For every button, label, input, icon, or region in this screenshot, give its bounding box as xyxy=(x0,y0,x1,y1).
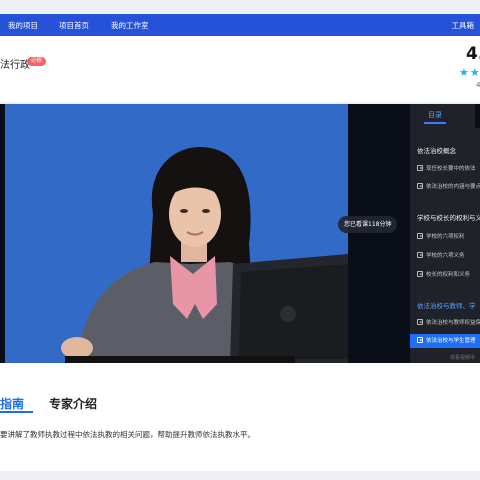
play-icon xyxy=(417,233,423,239)
lesson-item[interactable]: 校长的权利和义务 xyxy=(410,268,480,282)
nav-toolbox[interactable]: 工具箱 xyxy=(452,20,475,31)
rating-count: 4 xyxy=(476,81,480,89)
lesson-item-active[interactable]: 依法治校与学生管理 xyxy=(410,334,480,348)
play-icon xyxy=(417,252,423,258)
catalog-sidebar: 目录 依法治校概念 现任校长要中的依法 依法治校的内涵与要点 学校与校长的权利与… xyxy=(410,104,480,363)
lesson-item[interactable]: 学校的六项义务 xyxy=(410,249,480,263)
active-tab-underline xyxy=(0,411,33,413)
play-icon xyxy=(417,337,423,343)
top-nav-bar: 我的项目 项目首页 我的工作室 工具箱 xyxy=(0,14,480,36)
course-header: 法行政 必修 4. ★★ 4 xyxy=(0,36,480,102)
tab-expert-intro[interactable]: 专家介绍 xyxy=(49,395,97,412)
course-rating: 4. xyxy=(466,44,480,64)
chapter-title[interactable]: 学校与校长的权利与义 xyxy=(417,212,480,222)
course-title: 法行政 xyxy=(0,60,30,71)
play-icon xyxy=(417,183,423,189)
lesson-item[interactable]: 现任校长要中的依法 xyxy=(410,162,480,176)
tab-guide[interactable]: 指南 xyxy=(0,395,24,412)
lesson-item[interactable]: 依法治校与教师权益保 xyxy=(410,316,480,330)
catalog-tab-underline xyxy=(424,122,446,124)
tab-catalog[interactable]: 目录 xyxy=(428,110,442,120)
page: 我的项目 项目首页 我的工作室 工具箱 法行政 必修 4. ★★ 4 xyxy=(0,0,480,480)
required-badge: 必修 xyxy=(27,57,46,66)
nav-my-studio[interactable]: 我的工作室 xyxy=(111,20,149,31)
play-icon xyxy=(417,319,423,325)
lecturer-video-image xyxy=(5,104,348,363)
watch-time-badge: 您已看课118分钟 xyxy=(338,216,398,233)
lesson-item[interactable]: 学校的六项权利 xyxy=(410,230,480,244)
play-icon xyxy=(417,165,423,171)
sidebar-tab-extra[interactable] xyxy=(475,104,480,128)
rating-stars-icon: ★★ xyxy=(459,66,480,79)
lesson-item[interactable]: 依法治校的内涵与要点 xyxy=(410,180,480,194)
catalog-hint: 观看视频中 xyxy=(450,355,476,361)
chapter-title[interactable]: 依法治校概念 xyxy=(417,145,456,155)
video-frame[interactable] xyxy=(5,104,348,363)
nav-project-home[interactable]: 项目首页 xyxy=(59,20,89,31)
course-description: 要讲解了教师执教过程中依法执教的相关问题，帮助提升教师依法执教水平。 xyxy=(0,430,255,439)
video-player[interactable]: 您已看课118分钟 xyxy=(0,104,410,363)
chapter-title[interactable]: 依法治校与教师、学 xyxy=(417,300,476,310)
nav-my-projects[interactable]: 我的项目 xyxy=(8,20,38,31)
play-icon xyxy=(417,271,423,277)
course-info-panel: 指南 专家介绍 要讲解了教师执教过程中依法执教的相关问题，帮助提升教师依法执教水… xyxy=(0,363,480,471)
